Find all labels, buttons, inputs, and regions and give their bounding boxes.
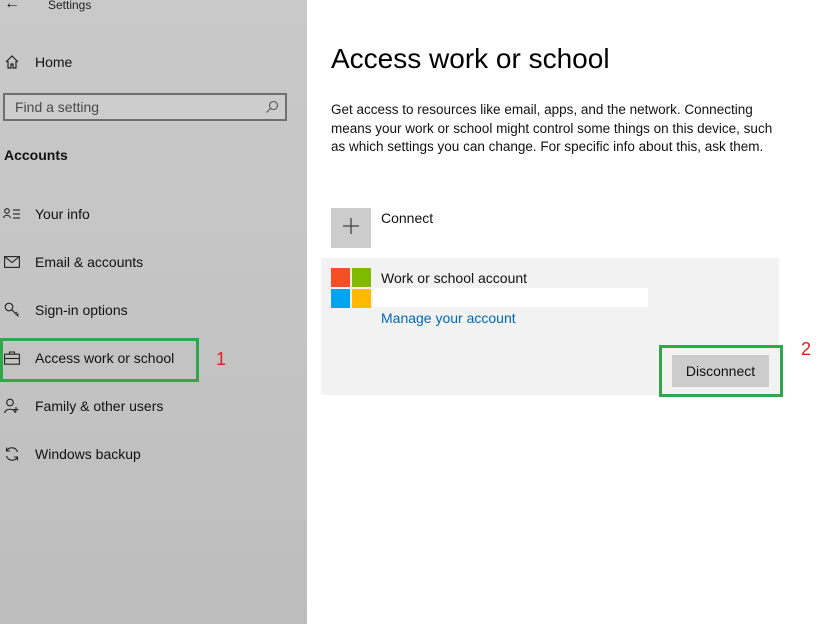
key-icon [3, 301, 21, 319]
logo-square-blue [331, 289, 350, 308]
annotation-number-2: 2 [801, 339, 812, 359]
logo-square-red [331, 268, 350, 287]
sidebar-item-windows-backup[interactable]: Windows backup [0, 438, 307, 470]
logo-square-green [352, 268, 371, 287]
sidebar-item-label: Family & other users [35, 398, 164, 414]
page-description: Get access to resources like email, apps… [331, 102, 773, 154]
mail-icon [3, 253, 21, 271]
back-arrow-icon[interactable]: ← [4, 0, 20, 12]
home-icon [3, 53, 21, 71]
title-bar: ← Settings [0, 0, 307, 16]
annotation-highlight-1 [0, 338, 199, 382]
page-title: Access work or school [331, 43, 610, 74]
microsoft-logo-icon [331, 268, 371, 308]
person-add-icon [3, 397, 21, 415]
sidebar-item-label: Windows backup [35, 446, 141, 462]
logo-square-yellow [352, 289, 371, 308]
person-card-icon [3, 205, 21, 223]
search-input[interactable] [5, 95, 265, 119]
annotation-highlight-2 [659, 345, 783, 397]
manage-account-link[interactable]: Manage your account [381, 310, 516, 326]
account-title: Work or school account [381, 270, 528, 286]
sidebar-item-label: Your info [35, 206, 90, 222]
section-title-accounts: Accounts [4, 147, 68, 163]
search-box[interactable] [3, 93, 287, 121]
sidebar-item-label: Email & accounts [35, 254, 144, 270]
account-email-redacted [373, 288, 648, 307]
sidebar-item-label: Sign-in options [35, 302, 128, 318]
app-title: Settings [48, 0, 92, 12]
sync-icon [3, 445, 21, 463]
plus-icon [342, 217, 360, 240]
connect-label[interactable]: Connect [381, 210, 433, 226]
sidebar-item-family-users[interactable]: Family & other users [0, 390, 307, 422]
sidebar-item-your-info[interactable]: Your info [0, 198, 307, 230]
annotation-number-1: 1 [216, 349, 227, 369]
search-icon[interactable] [265, 100, 279, 119]
connect-button[interactable] [331, 208, 371, 248]
nav-home[interactable]: Home [0, 46, 307, 78]
sidebar-item-email-accounts[interactable]: Email & accounts [0, 246, 307, 278]
sidebar: ← Settings Home Accounts Your info Email… [0, 0, 307, 624]
nav-home-label: Home [35, 54, 73, 70]
sidebar-item-sign-in-options[interactable]: Sign-in options [0, 294, 307, 326]
